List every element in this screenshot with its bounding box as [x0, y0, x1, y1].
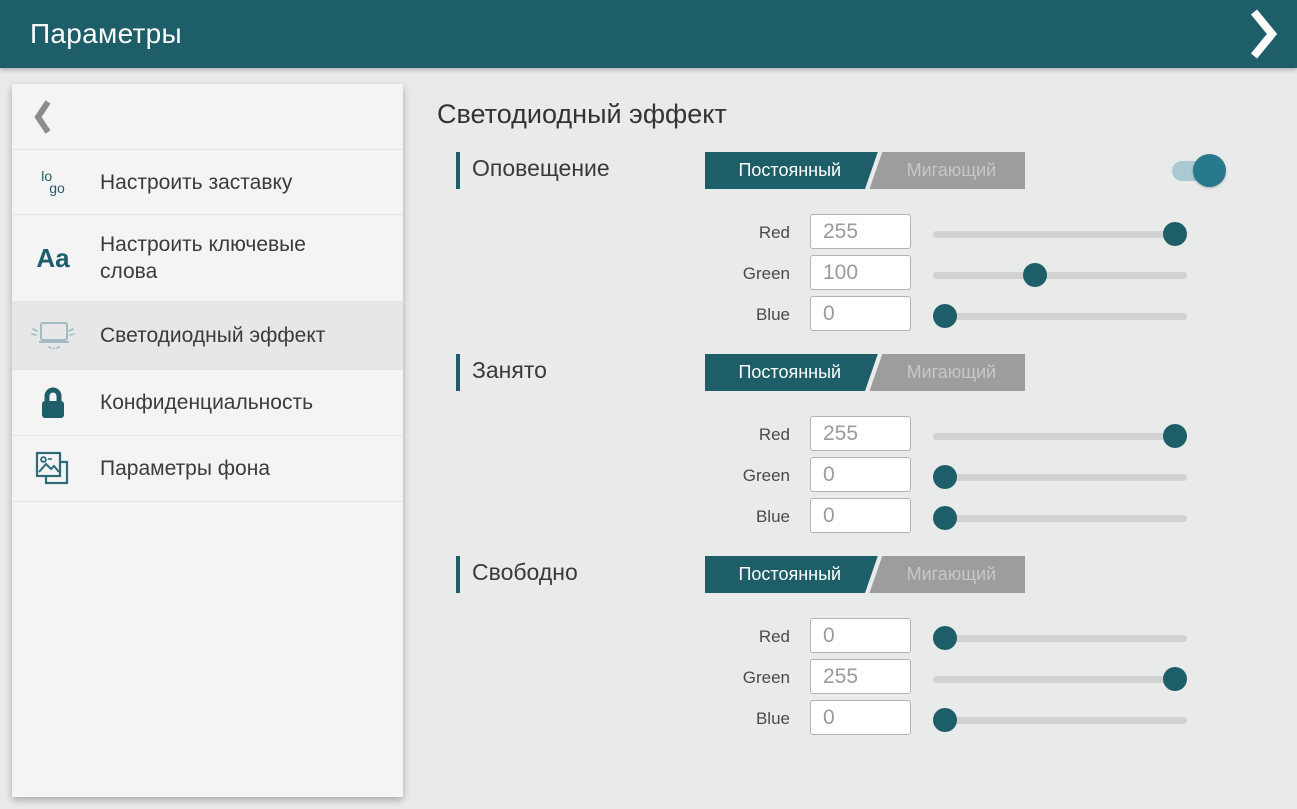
- mode-option-blinking[interactable]: Мигающий: [878, 354, 1025, 391]
- sidebar-back-button[interactable]: [12, 84, 403, 150]
- mode-option-blinking[interactable]: Мигающий: [878, 556, 1025, 593]
- slider-thumb[interactable]: [1023, 263, 1047, 287]
- section-label: Занято: [472, 357, 547, 384]
- channel-slider[interactable]: [933, 296, 1187, 332]
- channel-value-input[interactable]: [810, 618, 911, 653]
- mode-option-blinking[interactable]: Мигающий: [878, 152, 1025, 189]
- channel-value-input[interactable]: [810, 255, 911, 290]
- channel-label: Green: [670, 668, 790, 688]
- sidebar-item-label: Настроить ключевые слова: [100, 231, 350, 285]
- slider-thumb[interactable]: [933, 626, 957, 650]
- channel-slider[interactable]: [933, 498, 1187, 534]
- mode-toggle-free: Постоянный Мигающий: [705, 556, 1025, 593]
- channel-row: Blue: [437, 498, 1227, 534]
- channel-slider[interactable]: [933, 618, 1187, 654]
- slider-track: [933, 231, 1187, 238]
- alert-enabled-switch[interactable]: [1172, 152, 1228, 189]
- section-label: Свободно: [472, 559, 578, 586]
- lock-icon: [24, 385, 82, 421]
- channel-label: Blue: [670, 709, 790, 729]
- slider-track: [933, 717, 1187, 724]
- logo-icon: lo go: [24, 170, 82, 194]
- channel-label: Red: [670, 223, 790, 243]
- channel-label: Green: [670, 466, 790, 486]
- monitor-icon: [24, 319, 82, 353]
- sidebar-item-label: Параметры фона: [100, 455, 270, 482]
- app-header: Параметры: [0, 0, 1297, 68]
- mode-option-constant[interactable]: Постоянный: [705, 152, 875, 189]
- channel-row: Red: [437, 618, 1227, 654]
- channel-value-input[interactable]: [810, 457, 911, 492]
- channel-row: Green: [437, 255, 1227, 291]
- page-title: Параметры: [30, 18, 182, 50]
- mode-toggle-busy: Постоянный Мигающий: [705, 354, 1025, 391]
- slider-track: [933, 433, 1187, 440]
- section-accent-bar: [456, 556, 460, 593]
- mode-toggle-alert: Постоянный Мигающий: [705, 152, 1025, 189]
- content-title: Светодиодный эффект: [437, 99, 727, 130]
- slider-track: [933, 474, 1187, 481]
- section-label: Оповещение: [472, 155, 610, 182]
- slider-thumb[interactable]: [1163, 667, 1187, 691]
- slider-thumb[interactable]: [1163, 222, 1187, 246]
- sidebar-item-keywords[interactable]: Aa Настроить ключевые слова: [12, 215, 403, 302]
- slider-track: [933, 515, 1187, 522]
- sidebar-item-led-effect[interactable]: Светодиодный эффект: [12, 302, 403, 370]
- slider-thumb[interactable]: [933, 304, 957, 328]
- slider-track: [933, 272, 1187, 279]
- sidebar-item-background[interactable]: Параметры фона: [12, 436, 403, 502]
- channel-value-input[interactable]: [810, 700, 911, 735]
- section-accent-bar: [456, 354, 460, 391]
- slider-track: [933, 313, 1187, 320]
- channel-label: Red: [670, 425, 790, 445]
- channel-row: Blue: [437, 296, 1227, 332]
- channel-row: Green: [437, 457, 1227, 493]
- channel-label: Blue: [670, 305, 790, 325]
- channel-row: Blue: [437, 700, 1227, 736]
- sidebar-item-label: Светодиодный эффект: [100, 322, 325, 349]
- sidebar-item-splash[interactable]: lo go Настроить заставку: [12, 150, 403, 215]
- mode-option-constant[interactable]: Постоянный: [705, 556, 875, 593]
- channel-value-input[interactable]: [810, 296, 911, 331]
- slider-thumb[interactable]: [933, 506, 957, 530]
- channel-label: Red: [670, 627, 790, 647]
- channel-value-input[interactable]: [810, 416, 911, 451]
- channel-label: Green: [670, 264, 790, 284]
- channel-slider[interactable]: [933, 457, 1187, 493]
- channel-value-input[interactable]: [810, 498, 911, 533]
- channel-row: Red: [437, 214, 1227, 250]
- channel-slider[interactable]: [933, 255, 1187, 291]
- section-free: Свободно Постоянный Мигающий Red Green: [437, 556, 1227, 742]
- slider-thumb[interactable]: [933, 708, 957, 732]
- channel-slider[interactable]: [933, 700, 1187, 736]
- section-alert: Оповещение Постоянный Мигающий Red Green: [437, 152, 1227, 338]
- channel-row: Red: [437, 416, 1227, 452]
- back-chevron-icon: [34, 99, 51, 135]
- slider-track: [933, 676, 1187, 683]
- slider-thumb[interactable]: [1163, 424, 1187, 448]
- channel-slider[interactable]: [933, 214, 1187, 250]
- section-busy: Занято Постоянный Мигающий Red Green: [437, 354, 1227, 540]
- channel-label: Blue: [670, 507, 790, 527]
- forward-chevron-button[interactable]: [1243, 8, 1283, 60]
- mode-option-constant[interactable]: Постоянный: [705, 354, 875, 391]
- aa-icon: Aa: [24, 243, 82, 274]
- sidebar-item-label: Настроить заставку: [100, 169, 292, 196]
- section-accent-bar: [456, 152, 460, 189]
- sidebar-item-privacy[interactable]: Конфиденциальность: [12, 370, 403, 436]
- slider-track: [933, 635, 1187, 642]
- sidebar-item-label: Конфиденциальность: [100, 389, 313, 416]
- channel-row: Green: [437, 659, 1227, 695]
- channel-slider[interactable]: [933, 416, 1187, 452]
- channel-slider[interactable]: [933, 659, 1187, 695]
- channel-value-input[interactable]: [810, 214, 911, 249]
- sidebar: lo go Настроить заставку Aa Настроить кл…: [12, 84, 403, 797]
- images-icon: [24, 450, 82, 488]
- settings-window: Параметры lo go Настроить заставку Aa: [0, 0, 1297, 809]
- switch-knob: [1193, 154, 1226, 187]
- forward-chevron-icon: [1248, 8, 1278, 60]
- slider-thumb[interactable]: [933, 465, 957, 489]
- channel-value-input[interactable]: [810, 659, 911, 694]
